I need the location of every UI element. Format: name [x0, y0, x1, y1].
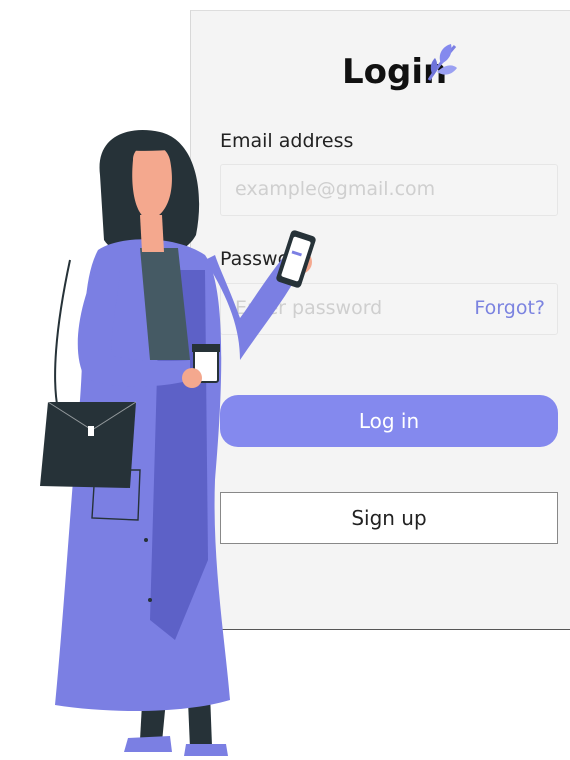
login-button[interactable]: Log in: [220, 395, 558, 447]
signup-button[interactable]: Sign up: [220, 492, 558, 544]
password-label: Password: [220, 248, 309, 270]
password-field[interactable]: Enter password Forgot?: [220, 283, 558, 335]
email-label: Email address: [220, 130, 354, 152]
email-field[interactable]: example@gmail.com: [220, 164, 558, 216]
password-placeholder: Enter password: [235, 297, 383, 319]
leaf-icon: [427, 44, 457, 81]
email-placeholder: example@gmail.com: [235, 178, 436, 200]
handbag-icon: [40, 401, 137, 488]
forgot-password-link[interactable]: Forgot?: [474, 297, 545, 319]
